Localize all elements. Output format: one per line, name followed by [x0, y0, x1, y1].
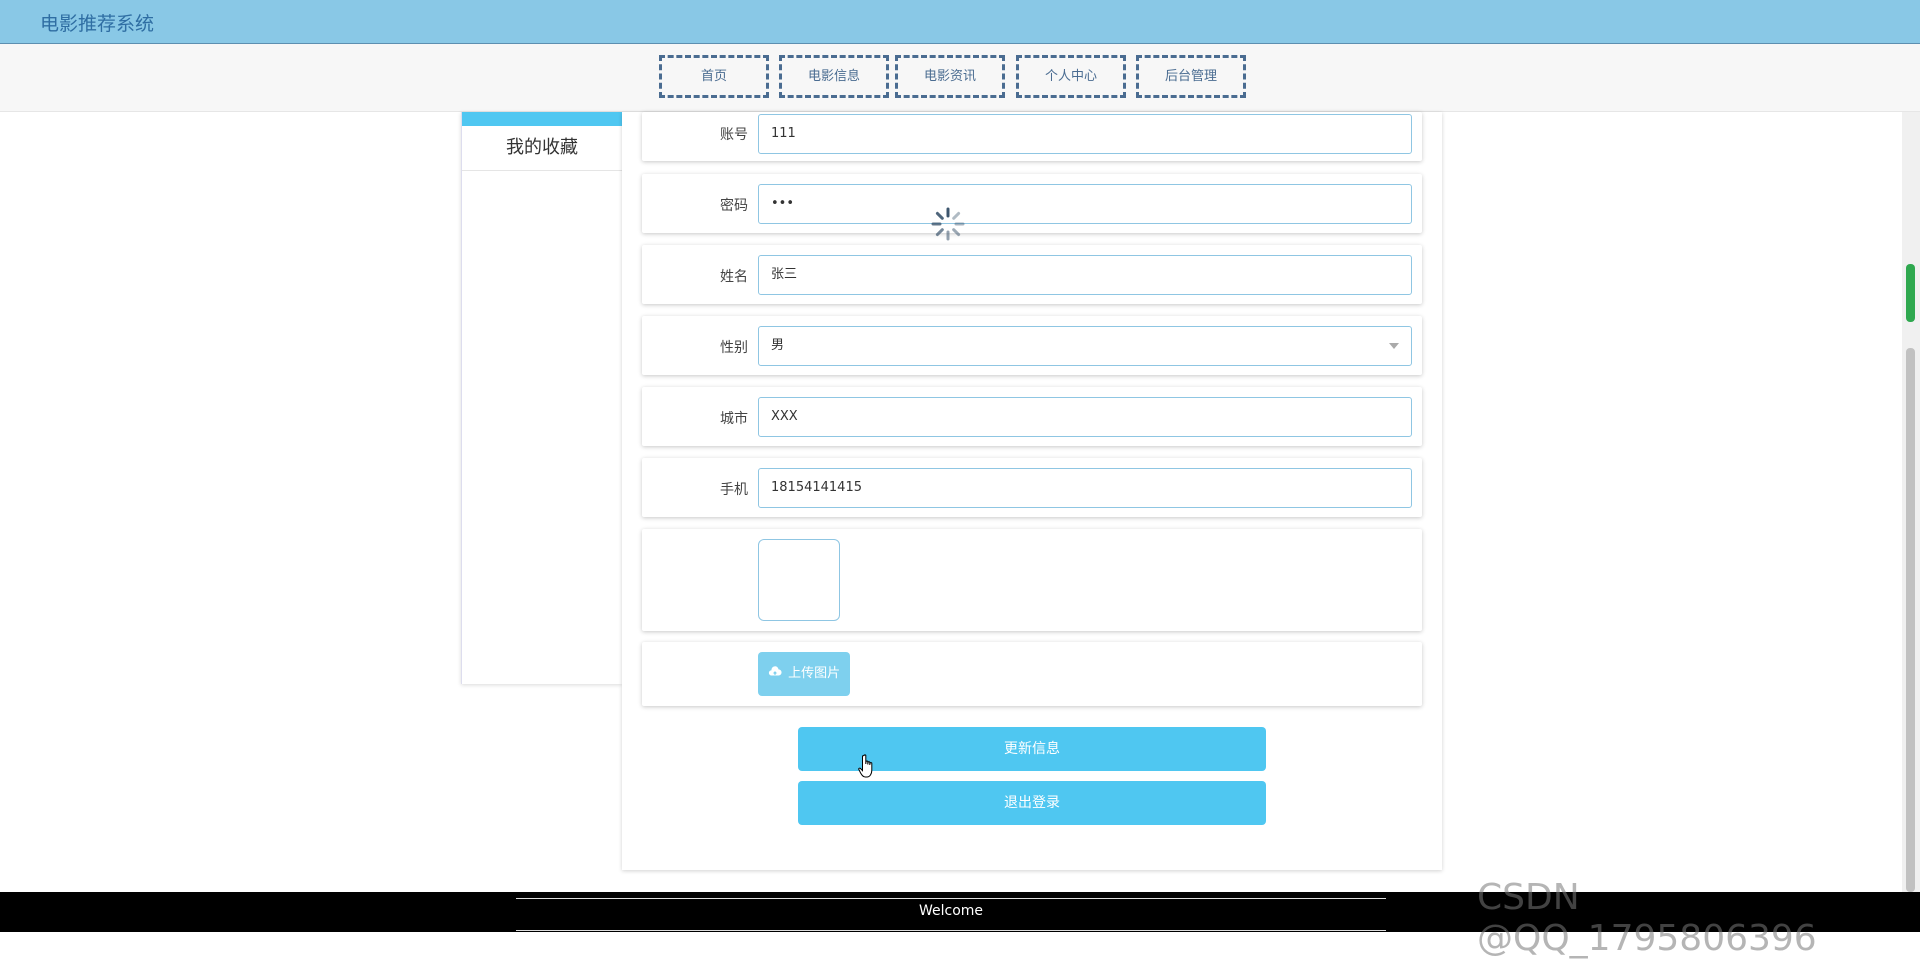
password-label: 密码: [720, 198, 748, 214]
scrollbar-thumb[interactable]: [1906, 348, 1915, 892]
form-row-upload: 上传图片: [642, 642, 1422, 706]
loading-spinner-icon: [931, 207, 965, 241]
footer-divider-bottom: [516, 930, 1386, 931]
chevron-down-icon: [1389, 343, 1399, 349]
form-row-gender: 性别 男: [642, 316, 1422, 375]
gender-select-value: 男: [771, 338, 785, 353]
form-row-password: 密码 •••: [642, 174, 1422, 233]
logout-button[interactable]: 退出登录: [798, 781, 1266, 825]
nav-admin[interactable]: 后台管理: [1136, 55, 1246, 98]
sidebar-active-indicator: [462, 112, 622, 126]
nav-movie-info[interactable]: 电影信息: [779, 55, 889, 98]
watermark-text: CSDN @QQ_1795806396: [1477, 877, 1817, 959]
form-row-account: 账号 111: [642, 112, 1422, 161]
cloud-upload-icon: [768, 666, 782, 676]
main-nav: 首页 电影信息 电影资讯 个人中心 后台管理: [0, 44, 1920, 112]
account-label: 账号: [720, 127, 748, 143]
footer-welcome-text: Welcome: [918, 903, 984, 919]
avatar-image-preview[interactable]: [758, 539, 840, 621]
name-input[interactable]: 张三: [758, 255, 1412, 295]
upload-image-button[interactable]: 上传图片: [758, 652, 850, 696]
form-row-avatar: [642, 529, 1422, 631]
nav-home[interactable]: 首页: [659, 55, 769, 98]
name-label: 姓名: [720, 269, 748, 285]
page-scrollbar[interactable]: [1902, 112, 1920, 892]
phone-label: 手机: [720, 482, 748, 498]
form-row-phone: 手机 18154141415: [642, 458, 1422, 517]
profile-form-panel: 账号 111 密码 ••• 姓名 张三 性别 男 城市 XXX 手机 18154…: [622, 112, 1442, 870]
scroll-indicator: [1906, 264, 1915, 322]
gender-select[interactable]: 男: [758, 326, 1412, 366]
sidebar: 我的收藏: [461, 112, 622, 684]
nav-personal-center[interactable]: 个人中心: [1016, 55, 1126, 98]
account-input[interactable]: 111: [758, 114, 1412, 154]
footer-divider-top: [516, 898, 1386, 899]
form-row-city: 城市 XXX: [642, 387, 1422, 446]
gender-label: 性别: [720, 340, 748, 356]
city-label: 城市: [720, 411, 748, 427]
nav-movie-news[interactable]: 电影资讯: [895, 55, 1005, 98]
upload-image-label: 上传图片: [788, 666, 841, 681]
form-row-name: 姓名 张三: [642, 245, 1422, 304]
password-input[interactable]: •••: [758, 184, 1412, 224]
top-header: 电影推荐系统: [0, 0, 1920, 44]
app-title: 电影推荐系统: [40, 13, 155, 35]
hand-cursor-icon: [858, 754, 873, 778]
sidebar-item-favorites[interactable]: 我的收藏: [462, 126, 622, 171]
city-input[interactable]: XXX: [758, 397, 1412, 437]
phone-input[interactable]: 18154141415: [758, 468, 1412, 508]
